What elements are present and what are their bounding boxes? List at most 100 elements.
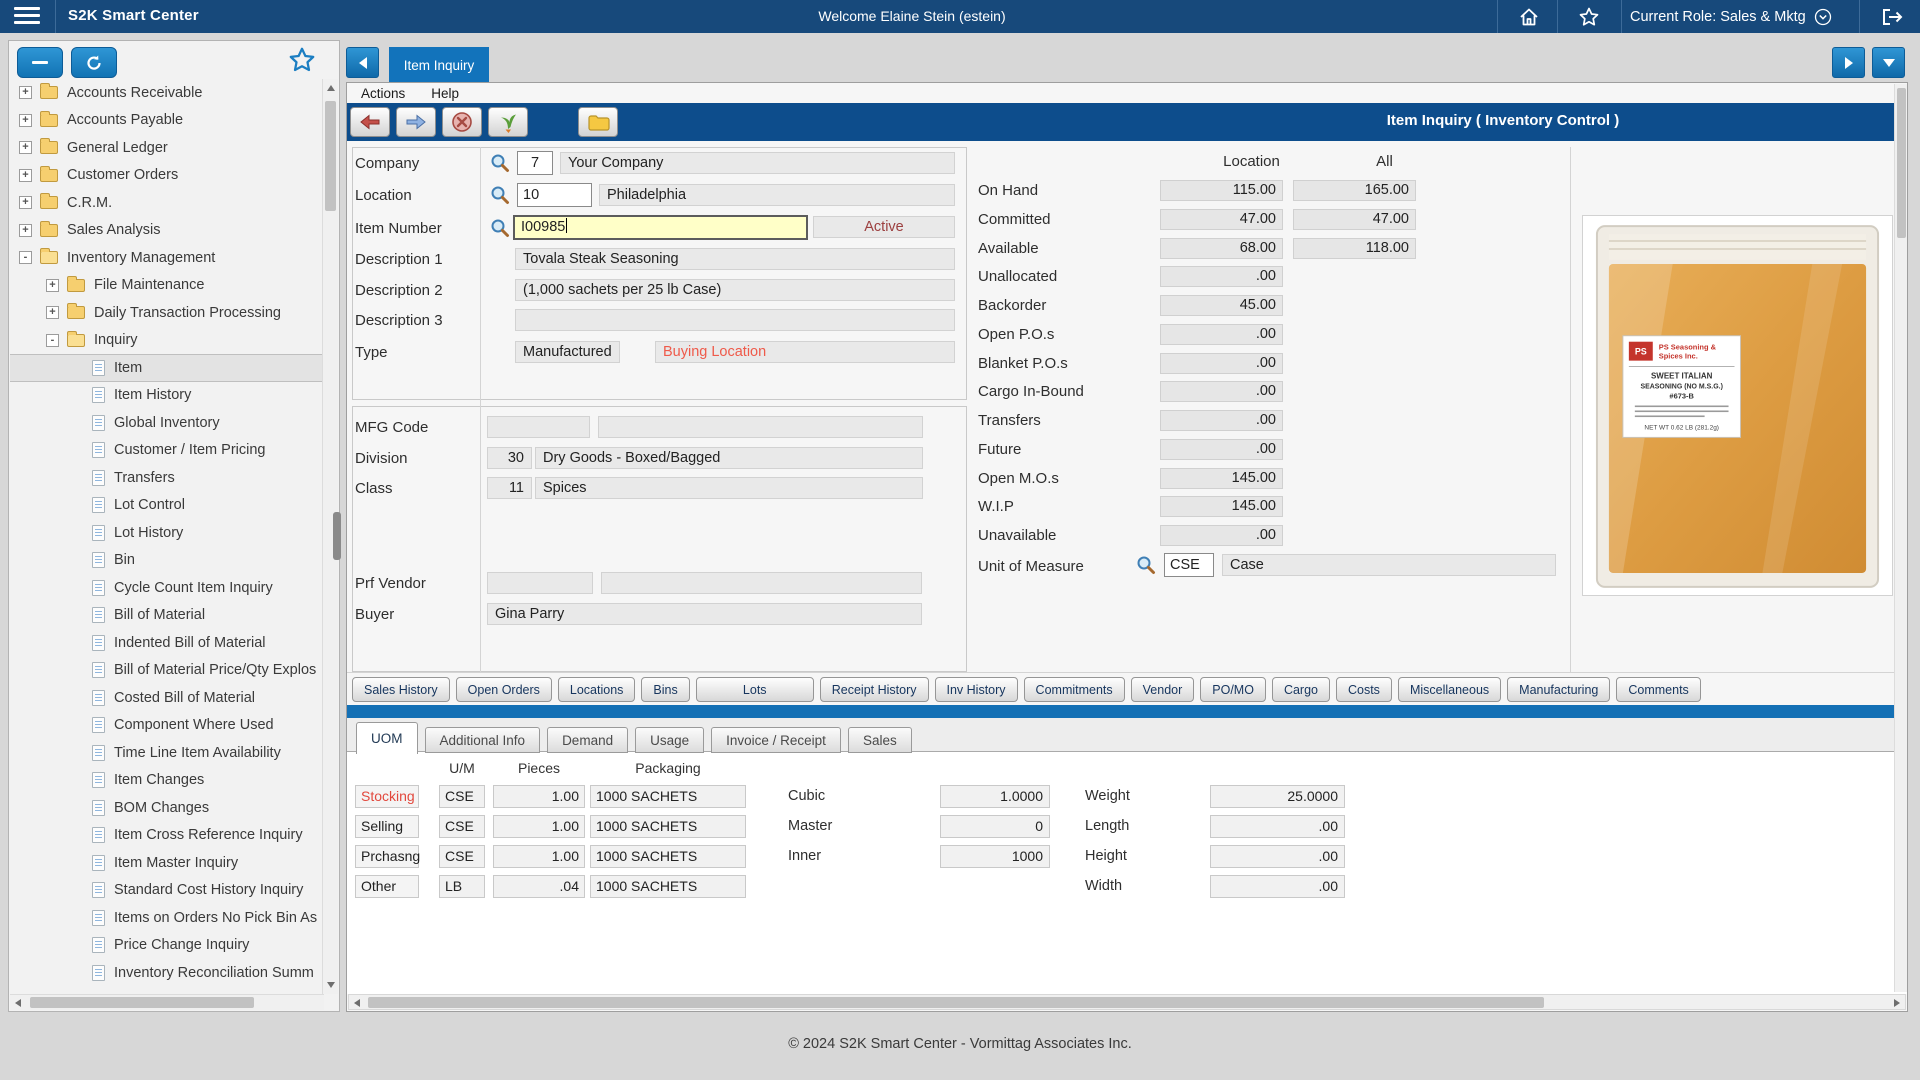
sidebar-tree-item[interactable]: + Accounts Payable (10, 107, 322, 135)
sidebar-tree-item[interactable]: Bill of Material Price/Qty Explos (10, 657, 322, 685)
scroll-up-icon[interactable] (327, 85, 335, 91)
company-lookup-icon[interactable] (490, 153, 510, 173)
expander-icon[interactable]: + (19, 86, 32, 99)
detail-tab[interactable]: Receipt History (820, 677, 929, 702)
scroll-right-icon[interactable] (1894, 999, 1900, 1007)
hamburger-menu-icon[interactable] (14, 7, 40, 26)
sidebar-tree-item[interactable]: Customer / Item Pricing (10, 437, 322, 465)
collapse-all-button[interactable] (17, 47, 63, 78)
expander-icon[interactable]: + (19, 114, 32, 127)
sidebar-tree-item[interactable]: Transfers (10, 464, 322, 492)
sidebar-tree-item[interactable]: Lot Control (10, 492, 322, 520)
uom-code-input[interactable]: CSE (1164, 553, 1214, 577)
expander-icon[interactable]: + (19, 169, 32, 182)
detail-tab[interactable]: Lots (696, 677, 814, 702)
sidebar-tree-item[interactable]: + Customer Orders (10, 162, 322, 190)
location-code-input[interactable]: 10 (517, 183, 592, 207)
sidebar-tree-item[interactable]: Item Changes (10, 767, 322, 795)
subtab[interactable]: Usage (635, 727, 704, 753)
sidebar-tree-item[interactable]: Price Change Inquiry (10, 932, 322, 960)
scroll-left-icon[interactable] (354, 999, 360, 1007)
expander-icon[interactable]: + (46, 306, 59, 319)
sidebar-tree-item[interactable]: + General Ledger (10, 134, 322, 162)
scrollbar-thumb[interactable] (325, 101, 336, 211)
sidebar-tree-item[interactable]: Global Inventory (10, 409, 322, 437)
cancel-button[interactable] (442, 107, 482, 137)
detail-tab[interactable]: Comments (1616, 677, 1700, 702)
home-button[interactable] (1512, 4, 1546, 29)
sidebar-tree-item[interactable]: + Accounts Receivable (10, 79, 322, 107)
sidebar-tree-item[interactable]: Indented Bill of Material (10, 629, 322, 657)
exit-to-menu-button[interactable] (488, 107, 528, 137)
current-role-selector[interactable]: Current Role: Sales & Mktg (1630, 0, 1832, 33)
main-vertical-scrollbar[interactable] (1894, 84, 1907, 992)
subtab[interactable]: Sales (848, 727, 912, 753)
logout-button[interactable] (1872, 4, 1912, 29)
scrollbar-thumb[interactable] (1897, 88, 1906, 238)
sidebar-tree-item[interactable]: Costed Bill of Material (10, 684, 322, 712)
menu-actions[interactable]: Actions (361, 86, 405, 101)
sidebar-tree-item[interactable]: Component Where Used (10, 712, 322, 740)
expander-icon[interactable]: + (46, 279, 59, 292)
sidebar-tree-item[interactable]: - Inventory Management (10, 244, 322, 272)
favorites-button[interactable] (1572, 4, 1606, 29)
sidebar-tree-item[interactable]: BOM Changes (10, 794, 322, 822)
browse-button[interactable] (578, 107, 618, 137)
detail-tab[interactable]: Costs (1336, 677, 1392, 702)
sidebar-tree-item[interactable]: Item Cross Reference Inquiry (10, 822, 322, 850)
sidebar-tree-item[interactable]: Cycle Count Item Inquiry (10, 574, 322, 602)
tab-list-dropdown-button[interactable] (1872, 47, 1905, 78)
tab-scroll-back-button[interactable] (346, 47, 379, 78)
sidebar-tree-item[interactable]: + Daily Transaction Processing (10, 299, 322, 327)
scroll-down-icon[interactable] (327, 982, 335, 988)
expander-icon[interactable]: + (19, 224, 32, 237)
forward-button[interactable] (396, 107, 436, 137)
detail-tab[interactable]: Bins (641, 677, 689, 702)
sidebar-horizontal-scrollbar[interactable] (10, 994, 324, 1010)
scroll-left-icon[interactable] (15, 999, 21, 1007)
sidebar-tree-item[interactable]: Item Master Inquiry (10, 849, 322, 877)
subtab[interactable]: Additional Info (425, 727, 541, 753)
expander-icon[interactable]: - (46, 334, 59, 347)
location-lookup-icon[interactable] (490, 185, 510, 205)
refresh-button[interactable] (71, 47, 117, 78)
item-lookup-icon[interactable] (490, 218, 510, 238)
sidebar-tree-item[interactable]: Item (10, 354, 322, 382)
detail-tab[interactable]: Open Orders (456, 677, 552, 702)
expander-icon[interactable]: + (19, 196, 32, 209)
item-number-input[interactable]: I00985 (513, 215, 808, 240)
sidebar-tree-item[interactable]: + C.R.M. (10, 189, 322, 217)
sidebar-tree-item[interactable]: - Inquiry (10, 327, 322, 355)
sidebar-tree-item[interactable]: Bill of Material (10, 602, 322, 630)
sidebar-tree-item[interactable]: Bin (10, 547, 322, 575)
sidebar-tree-item[interactable]: + File Maintenance (10, 272, 322, 300)
subtab[interactable]: UOM (356, 722, 418, 754)
scrollbar-thumb[interactable] (368, 997, 1544, 1008)
detail-tab[interactable]: PO/MO (1200, 677, 1266, 702)
detail-tab[interactable]: Cargo (1272, 677, 1330, 702)
sidebar-tree-item[interactable]: Standard Cost History Inquiry (10, 877, 322, 905)
sidebar-tree-item[interactable]: + Sales Analysis (10, 217, 322, 245)
main-horizontal-scrollbar[interactable] (348, 994, 1906, 1010)
detail-tab[interactable]: Sales History (352, 677, 450, 702)
sidebar-tree-item[interactable]: Inventory Reconciliation Summ (10, 959, 322, 987)
subtab[interactable]: Demand (547, 727, 628, 753)
detail-tab[interactable]: Locations (558, 677, 636, 702)
menu-help[interactable]: Help (431, 86, 459, 101)
sidebar-tree-item[interactable]: Lot History (10, 519, 322, 547)
back-button[interactable] (350, 107, 390, 137)
detail-tab[interactable]: Manufacturing (1507, 677, 1610, 702)
sidebar-tree-item[interactable]: Time Line Item Availability (10, 739, 322, 767)
company-code-input[interactable]: 7 (517, 151, 553, 175)
sidebar-splitter-handle[interactable] (333, 512, 341, 560)
expander-icon[interactable]: + (19, 141, 32, 154)
tab-item-inquiry[interactable]: Item Inquiry (389, 47, 489, 83)
tab-scroll-forward-button[interactable] (1832, 47, 1865, 78)
sidebar-favorites-button[interactable] (287, 45, 317, 80)
subtab[interactable]: Invoice / Receipt (711, 727, 841, 753)
detail-tab[interactable]: Miscellaneous (1398, 677, 1501, 702)
expander-icon[interactable]: - (19, 251, 32, 264)
sidebar-tree-item[interactable]: Item History (10, 382, 322, 410)
scrollbar-thumb[interactable] (30, 997, 254, 1008)
sidebar-tree-item[interactable]: Items on Orders No Pick Bin As (10, 904, 322, 932)
